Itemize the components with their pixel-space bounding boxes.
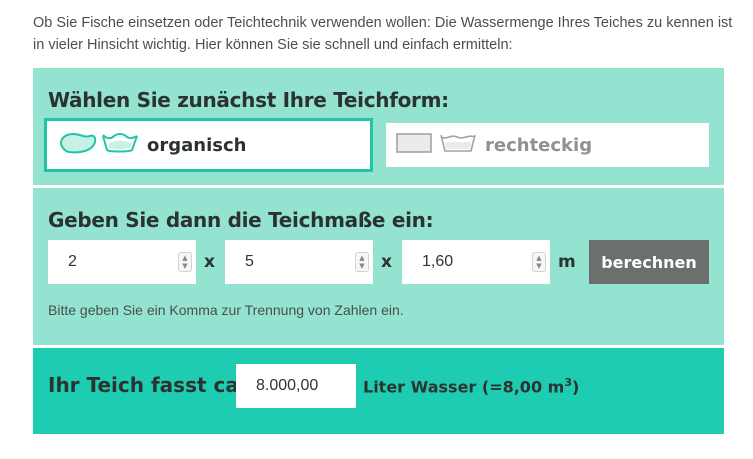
multiply-sign: x [381,252,392,272]
unit-label: m [558,252,576,272]
intro-text: Ob Sie Fische einsetzen oder Teichtechni… [33,15,733,53]
dimensions-heading: Geben Sie dann die Teichmaße ein: [48,208,434,232]
chevron-down-icon: ▼ [182,262,188,270]
depth-field: ▲▼ [402,240,550,284]
shape-option-label: organisch [147,134,247,156]
width-field: ▲▼ [225,240,373,284]
chevron-up-icon: ▲ [359,254,365,262]
chevron-down-icon: ▼ [359,262,365,270]
pond-dimensions-panel: Geben Sie dann die Teichmaße ein: ▲▼ x ▲… [33,188,724,345]
result-suffix: Liter Wasser (=8,00 m3) [363,376,579,396]
length-stepper[interactable]: ▲ ▼ [178,252,192,272]
organic-pond-shape-icon [57,130,97,160]
cubic-exponent: 3 [564,376,572,389]
width-input[interactable] [225,240,373,284]
result-field [236,364,356,408]
result-suffix-text: Liter Wasser (=8,00 m [363,377,565,397]
chevron-down-icon: ▼ [536,262,542,270]
calculate-button[interactable]: berechnen [589,240,709,284]
width-stepper[interactable]: ▲ ▼ [355,252,369,272]
shape-option-rectangular[interactable]: rechteckig [386,123,709,167]
rectangle-pond-shape-icon [395,131,433,159]
shape-option-label: rechteckig [485,134,593,156]
rectangle-basin-icon [439,131,477,159]
pond-shape-panel: Wählen Sie zunächst Ihre Teichform: orga… [33,68,724,185]
length-field: ▲▼ [48,240,196,284]
depth-stepper[interactable]: ▲ ▼ [532,252,546,272]
shape-heading: Wählen Sie zunächst Ihre Teichform: [48,88,449,112]
result-suffix-close: ) [571,377,580,397]
chevron-up-icon: ▲ [182,254,188,262]
shape-option-organic[interactable]: organisch [44,118,373,172]
multiply-sign: x [204,252,215,272]
comma-hint: Bitte geben Sie ein Komma zur Trennung v… [48,302,404,318]
length-input[interactable] [48,240,196,284]
result-panel: Ihr Teich fasst ca. Liter Wasser (=8,00 … [33,348,724,434]
depth-input[interactable] [402,240,550,284]
result-label: Ihr Teich fasst ca. [48,373,247,397]
organic-basin-icon [101,130,139,160]
result-value [236,364,356,408]
chevron-up-icon: ▲ [536,254,542,262]
